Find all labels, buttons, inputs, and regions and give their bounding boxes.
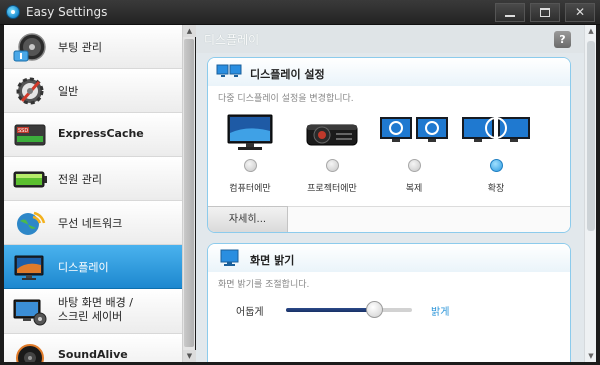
sidebar-item-display[interactable]: 디스플레이 [4, 245, 182, 289]
option-duplicate[interactable]: 복제 [374, 113, 454, 203]
sidebar-item-soundalive[interactable]: SoundAlive [4, 334, 182, 362]
sidebar-item-label-line2: 스크린 세이버 [58, 310, 123, 323]
scroll-down-arrow-icon[interactable]: ▼ [183, 350, 196, 362]
minimize-button[interactable] [495, 3, 525, 22]
option-label: 확장 [487, 184, 505, 194]
brightness-monitor-icon [220, 249, 239, 266]
monitor-icon [14, 255, 44, 280]
main-panel: 디스플레이 ? 디스플레이 설정 다중 디스플레이 설정을 변경합니다. 컴퓨터… [196, 25, 584, 362]
option-label: 복제 [405, 184, 423, 194]
main-scroll-thumb[interactable] [587, 41, 595, 231]
title-bar: Easy Settings ✕ [0, 0, 600, 25]
scroll-down-arrow-icon[interactable]: ▼ [585, 350, 597, 362]
bright-label: 밝게 [431, 307, 450, 318]
radio-projector-only[interactable] [326, 159, 339, 172]
main-scrollbar[interactable]: ▲ ▼ [584, 25, 596, 362]
sidebar-item-label: 일반 [58, 85, 79, 98]
brightness-slider[interactable] [286, 301, 412, 318]
sidebar-item-label: 디스플레이 [58, 261, 109, 274]
card-description: 다중 디스플레이 설정을 변경합니다. [218, 94, 354, 104]
card-header: 화면 밝기 [208, 244, 570, 272]
maximize-button[interactable] [530, 3, 560, 22]
sidebar-item-label: 부팅 관리 [58, 41, 102, 54]
sidebar-item-wireless[interactable]: 무선 네트워크 [4, 201, 182, 245]
sidebar-item-wallpaper[interactable]: 바탕 화면 배경 / 스크린 세이버 [4, 289, 182, 334]
sidebar-item-label: 바탕 화면 배경 / 스크린 세이버 [58, 296, 133, 324]
scroll-up-arrow-icon[interactable]: ▲ [585, 25, 597, 37]
card-description: 화면 밝기를 조절합니다. [218, 280, 310, 290]
battery-icon [13, 171, 47, 188]
duplicate-monitors-icon [380, 117, 448, 142]
close-icon: ✕ [574, 5, 586, 19]
close-button[interactable]: ✕ [565, 3, 595, 22]
extend-monitors-icon [462, 117, 530, 142]
sidebar-scrollbar[interactable]: ▲ ▼ [182, 25, 196, 362]
brightness-slider-fill [286, 308, 375, 312]
minimize-icon [505, 14, 515, 17]
card-title: 화면 밝기 [250, 254, 295, 267]
sidebar-scroll-thumb[interactable] [184, 39, 194, 347]
radio-extend[interactable] [490, 159, 503, 172]
speaker-icon [16, 344, 44, 362]
option-label: 컴퓨터에만 [229, 184, 271, 194]
projector-icon [306, 124, 358, 146]
option-extend[interactable]: 확장 [456, 113, 536, 203]
option-computer-only[interactable]: 컴퓨터에만 [210, 113, 290, 203]
sidebar-item-label: SoundAlive [58, 348, 128, 361]
details-bar [288, 206, 570, 232]
maximize-icon [540, 8, 550, 17]
disk-gauge-icon [13, 33, 46, 62]
brightness-card: 화면 밝기 화면 밝기를 조절합니다. 어둡게 밝게 [207, 243, 571, 362]
help-button[interactable]: ? [554, 31, 571, 48]
details-button[interactable]: 자세히... [208, 206, 288, 232]
option-projector-only[interactable]: 프로젝터에만 [292, 113, 372, 203]
option-label: 프로젝터에만 [307, 184, 357, 194]
single-monitor-icon [227, 114, 273, 150]
sidebar-item-expresscache[interactable]: SSD ExpressCache [4, 113, 182, 157]
ssd-icon: SSD [14, 124, 46, 146]
sidebar-item-label: 무선 네트워크 [58, 217, 123, 230]
brightness-slider-thumb[interactable] [366, 301, 384, 318]
sidebar-item-power[interactable]: 전원 관리 [4, 157, 182, 201]
desktop-film-icon [13, 299, 47, 326]
display-settings-card: 디스플레이 설정 다중 디스플레이 설정을 변경합니다. 컴퓨터에만 프로젝터에… [207, 57, 571, 233]
svg-text:SSD: SSD [18, 128, 28, 134]
scroll-up-arrow-icon[interactable]: ▲ [183, 25, 196, 37]
window-title: Easy Settings [26, 5, 108, 19]
dual-monitor-icon [216, 64, 242, 77]
card-header: 디스플레이 설정 [208, 58, 570, 86]
radio-duplicate[interactable] [408, 159, 421, 172]
dark-label: 어둡게 [236, 307, 264, 318]
sidebar-item-boot[interactable]: 부팅 관리 [4, 25, 182, 69]
sidebar-item-label: ExpressCache [58, 127, 144, 140]
app-icon [6, 5, 20, 19]
gear-wrench-icon [16, 77, 44, 105]
page-title: 디스플레이 [204, 33, 260, 47]
wifi-globe-icon [17, 211, 46, 235]
sidebar-item-label-line1: 바탕 화면 배경 / [58, 296, 133, 309]
sidebar-item-general[interactable]: 일반 [4, 69, 182, 113]
main-header: 디스플레이 ? [196, 25, 584, 53]
card-title: 디스플레이 설정 [250, 68, 325, 81]
radio-computer-only[interactable] [244, 159, 257, 172]
sidebar: 부팅 관리 일반 SSD ExpressCache 전원 관리 무선 네트워크 … [4, 25, 182, 362]
sidebar-item-label: 전원 관리 [58, 173, 102, 186]
